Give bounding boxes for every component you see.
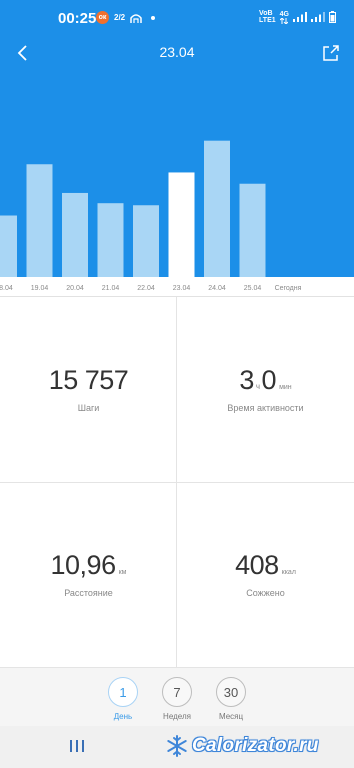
distance-unit: км	[118, 569, 127, 576]
period-tab-week[interactable]: 7 Неделя	[155, 677, 199, 723]
recent-apps-icon[interactable]	[70, 740, 84, 752]
minutes-unit: мин	[279, 384, 292, 391]
steps-value: 15 757	[0, 365, 177, 396]
axis-tick-label: 25.04	[243, 285, 262, 292]
distance-number: 10,96	[50, 550, 117, 580]
status-notifications: ок 2/2	[96, 11, 156, 24]
calories-number: 408	[235, 550, 279, 580]
status-time: 00:25	[58, 10, 97, 27]
app-header: 23.04	[0, 34, 354, 72]
steps-bar-chart[interactable]	[0, 72, 354, 277]
period-tab-month[interactable]: 30 Месяц	[209, 677, 253, 723]
chart-bar-21.04[interactable]	[97, 203, 124, 277]
arch-notification-icon	[130, 13, 142, 23]
stats-grid: 15 757 Шаги 3 ч0 мин Время активности 10,9…	[0, 297, 354, 667]
two-notification-icon: 2/2	[114, 12, 126, 22]
chart-bar-20.04[interactable]	[62, 192, 88, 277]
4g-label: 4G	[279, 10, 289, 18]
distance-label: Расстояние	[64, 588, 113, 598]
distance-card: 10,96 км Расстояние	[0, 482, 177, 667]
period-month-circle[interactable]: 30	[216, 677, 246, 707]
activity-minutes: 0	[261, 365, 277, 395]
period-month-label: Месяц	[218, 712, 244, 721]
hours-unit: ч	[255, 382, 260, 391]
chart-axis: 18.0419.0420.0421.0422.0423.0424.0425.04…	[0, 277, 354, 297]
chart-svg	[0, 140, 266, 278]
data-arrows-icon	[279, 17, 288, 24]
axis-tick-label: 21.04	[101, 285, 120, 292]
period-day-label: День	[113, 712, 133, 721]
distance-value: 10,96 км	[0, 550, 177, 581]
volte-label: VoB	[259, 10, 273, 17]
period-tab-day[interactable]: 1 День	[101, 677, 145, 723]
ok-notification-icon: ок	[96, 11, 109, 24]
chart-bar-25.04[interactable]	[239, 183, 266, 277]
activity-hours: 3	[239, 365, 254, 395]
period-day-circle[interactable]: 1	[108, 677, 138, 707]
activity-value: 3 ч0 мин	[177, 365, 354, 396]
axis-tick-label: 19.04	[30, 285, 49, 292]
steps-card: 15 757 Шаги	[0, 297, 177, 482]
axis-tick-label: 22.04	[137, 285, 155, 292]
calories-card: 408 ккал Сожжено	[177, 482, 354, 667]
snowflake-logo-icon	[167, 735, 187, 757]
period-selector: 1 День 7 Неделя 30 Месяц	[0, 667, 354, 726]
chart-bar-18.04[interactable]	[0, 215, 17, 278]
page-title: 23.04	[159, 44, 195, 60]
more-notifications-dot-icon	[151, 15, 156, 20]
share-icon[interactable]	[320, 42, 342, 64]
calories-label: Сожжено	[246, 588, 285, 598]
axis-tick-label: 23.04	[172, 285, 191, 292]
watermark: Calorizator.ru	[166, 735, 319, 757]
steps-label: Шаги	[77, 403, 100, 413]
network-type: VoB LTE1	[259, 10, 276, 24]
axis-tick-label: Сегодня	[274, 285, 302, 292]
chart-bar-24.04[interactable]	[204, 140, 230, 277]
data-indicator: 4G	[279, 10, 289, 24]
period-week-label: Неделя	[163, 712, 191, 721]
system-nav-bar: Calorizator.ru	[0, 726, 354, 768]
signal-strength-2-icon	[311, 12, 325, 22]
chart-bar-22.04[interactable]	[133, 205, 159, 277]
watermark-text: Calorizator.ru	[192, 735, 319, 756]
signal-strength-icon	[293, 12, 307, 22]
battery-icon	[329, 11, 336, 23]
steps-number: 15 757	[48, 365, 129, 395]
status-indicators: VoB LTE1 4G	[259, 10, 336, 24]
chart-bar-19.04[interactable]	[26, 164, 53, 277]
axis-tick-label: 20.04	[66, 285, 84, 292]
lte-label: LTE1	[259, 17, 276, 24]
chart-bar-23.04[interactable]	[168, 172, 195, 277]
activity-label: Время активности	[227, 403, 304, 413]
axis-tick-label: 24.04	[208, 285, 226, 292]
period-week-circle[interactable]: 7	[162, 677, 192, 707]
status-bar: 00:25 ок 2/2 VoB LTE1 4G	[0, 0, 354, 34]
activity-card: 3 ч0 мин Время активности	[177, 297, 354, 482]
calories-unit: ккал	[281, 569, 296, 576]
calories-value: 408 ккал	[177, 550, 354, 581]
